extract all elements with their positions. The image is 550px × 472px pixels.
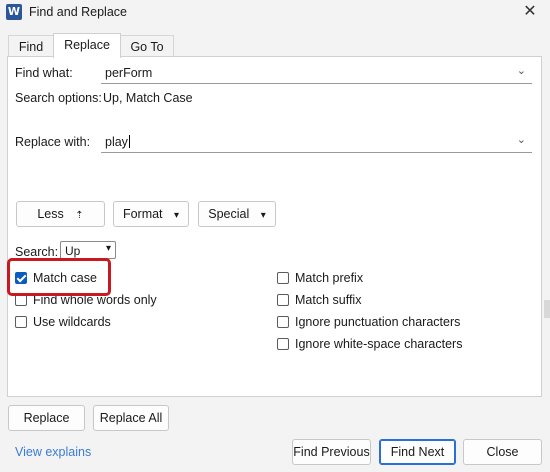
special-button[interactable]: Special ▾ (198, 201, 276, 227)
special-label: Special (208, 207, 250, 221)
dropdown-arrow-icon: ▾ (174, 210, 180, 221)
dropdown-arrow-icon: ▾ (260, 210, 266, 221)
replace-with-label: Replace with: (15, 135, 91, 149)
ignore-punctuation-checkbox[interactable] (277, 316, 289, 328)
text-caret (128, 135, 130, 148)
match-prefix-label: Match prefix (295, 271, 364, 285)
collapse-arrow-icon: ⇡ (75, 210, 84, 221)
match-prefix-checkbox[interactable] (277, 272, 289, 284)
search-direction-label: Search: (15, 245, 59, 259)
close-button[interactable]: Close (463, 439, 542, 465)
less-label: Less (37, 207, 64, 221)
search-options-value: Up, Match Case (103, 91, 193, 105)
chevron-down-icon[interactable]: ⌄ (517, 133, 526, 146)
word-app-icon: W (6, 4, 22, 20)
ignore-whitespace-checkbox[interactable] (277, 338, 289, 350)
match-suffix-option[interactable]: Match suffix (277, 291, 361, 309)
replace-with-value: play (105, 135, 128, 149)
find-what-label: Find what: (15, 66, 73, 80)
tab-go-to[interactable]: Go To (120, 35, 174, 58)
resize-grip[interactable] (544, 300, 550, 318)
ignore-punctuation-option[interactable]: Ignore punctuation characters (277, 313, 460, 331)
chevron-down-icon[interactable]: ⌄ (517, 64, 526, 77)
match-suffix-checkbox[interactable] (277, 294, 289, 306)
replace-with-combo[interactable]: play ⌄ (101, 132, 532, 153)
search-options-label: Search options: (15, 91, 102, 105)
dropdown-arrow-icon: ▾ (105, 243, 111, 254)
less-button[interactable]: Less ⇡ (16, 201, 105, 227)
wildcards-label: Use wildcards (33, 315, 111, 329)
match-prefix-option[interactable]: Match prefix (277, 269, 363, 287)
ignore-whitespace-label: Ignore white-space characters (295, 337, 463, 351)
match-suffix-label: Match suffix (295, 293, 362, 307)
view-explains-link[interactable]: View explains (15, 445, 91, 459)
find-what-combo[interactable]: perForm ⌄ (101, 63, 532, 84)
format-button[interactable]: Format ▾ (113, 201, 189, 227)
replace-all-button[interactable]: Replace All (93, 405, 169, 431)
wildcards-checkbox[interactable] (15, 316, 27, 328)
replace-button[interactable]: Replace (8, 405, 85, 431)
window-title: Find and Replace (29, 5, 127, 19)
format-label: Format (122, 207, 163, 221)
close-window-icon[interactable]: ✕ (516, 1, 544, 23)
tab-find[interactable]: Find (8, 35, 54, 58)
ignore-punctuation-label: Ignore punctuation characters (295, 315, 461, 329)
tab-replace[interactable]: Replace (53, 33, 121, 58)
search-direction-select[interactable]: Up ▾ (60, 241, 116, 259)
find-what-value: perForm (105, 66, 153, 80)
find-previous-button[interactable]: Find Previous (292, 439, 371, 465)
search-direction-value: Up (65, 244, 81, 258)
ignore-whitespace-option[interactable]: Ignore white-space characters (277, 335, 462, 353)
highlight-box (7, 258, 111, 296)
wildcards-option[interactable]: Use wildcards (15, 313, 111, 331)
find-next-button[interactable]: Find Next (379, 439, 456, 465)
